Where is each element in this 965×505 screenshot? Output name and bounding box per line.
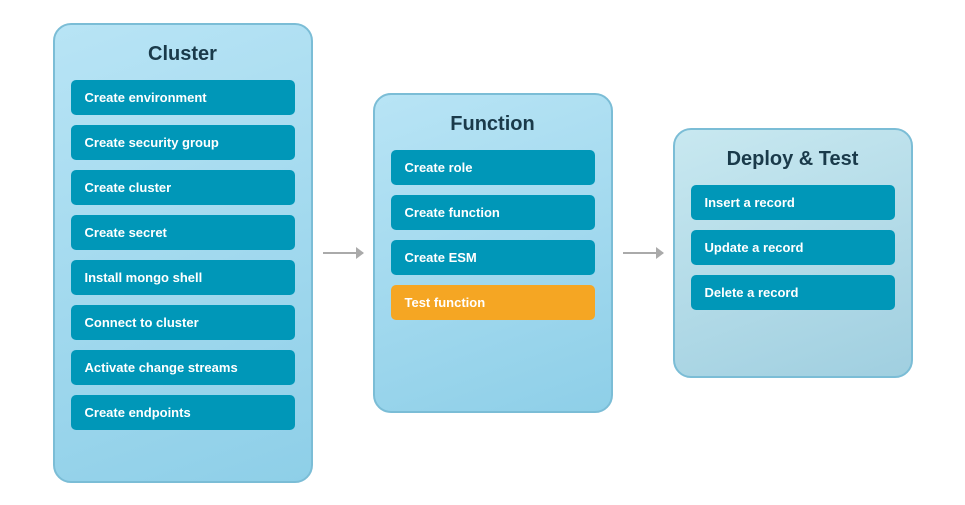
arrow-function-to-deploy: [613, 252, 673, 254]
step-create-endpoints[interactable]: Create endpoints: [71, 395, 295, 430]
arrow-line-2: [623, 252, 663, 254]
deploy-panel: Deploy & Test Insert a record Update a r…: [673, 128, 913, 378]
function-panel: Function Create role Create function Cre…: [373, 93, 613, 413]
step-create-esm[interactable]: Create ESM: [391, 240, 595, 275]
step-create-environment[interactable]: Create environment: [71, 80, 295, 115]
step-activate-change-streams[interactable]: Activate change streams: [71, 350, 295, 385]
arrow-line-1: [323, 252, 363, 254]
step-create-cluster[interactable]: Create cluster: [71, 170, 295, 205]
step-delete-record[interactable]: Delete a record: [691, 275, 895, 310]
arrow-cluster-to-function: [313, 252, 373, 254]
deploy-title: Deploy & Test: [727, 148, 859, 171]
step-insert-record[interactable]: Insert a record: [691, 185, 895, 220]
step-install-mongo-shell[interactable]: Install mongo shell: [71, 260, 295, 295]
step-create-function[interactable]: Create function: [391, 195, 595, 230]
step-update-record[interactable]: Update a record: [691, 230, 895, 265]
step-create-security-group[interactable]: Create security group: [71, 125, 295, 160]
step-create-secret[interactable]: Create secret: [71, 215, 295, 250]
cluster-panel: Cluster Create environment Create securi…: [53, 23, 313, 483]
step-test-function[interactable]: Test function: [391, 285, 595, 320]
function-title: Function: [450, 113, 534, 136]
step-connect-to-cluster[interactable]: Connect to cluster: [71, 305, 295, 340]
step-create-role[interactable]: Create role: [391, 150, 595, 185]
diagram: Cluster Create environment Create securi…: [33, 3, 933, 503]
cluster-title: Cluster: [148, 43, 217, 66]
